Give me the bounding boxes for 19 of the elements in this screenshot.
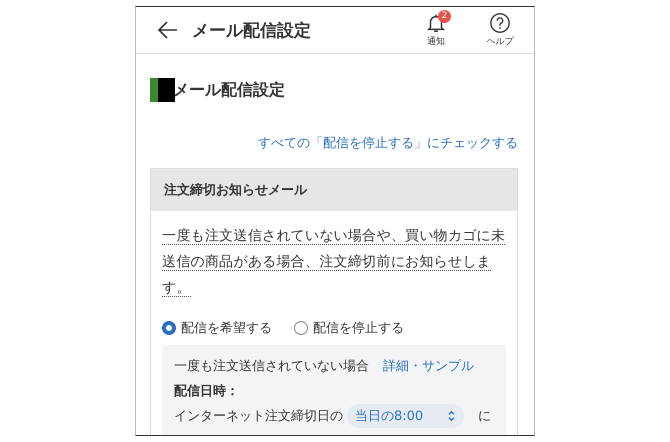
page-title: メール配信設定 (192, 20, 312, 42)
notification-badge: 2 (438, 10, 451, 23)
sample-link[interactable]: 詳細・サンプル (383, 356, 474, 374)
heading-marker-icon (150, 78, 175, 102)
help-icon (489, 12, 511, 34)
time-select[interactable]: 当日の8:00 (347, 404, 464, 428)
radio-option[interactable]: 配信を希望する (162, 319, 272, 337)
help-button[interactable]: ヘルプ (478, 12, 522, 48)
time-suffix: に (478, 408, 492, 424)
condition-text: 一度も注文送信されていない場合 (174, 358, 369, 374)
time-prefix: インターネット注文締切日の (174, 408, 343, 424)
chevron-icon (447, 410, 456, 422)
bell-icon (425, 12, 447, 34)
notifications-button[interactable]: 2 通知 (414, 12, 458, 48)
card-title: 注文締切お知らせメール (164, 182, 307, 199)
stop-all-link[interactable]: すべての「配信を停止する」にチェックする (258, 134, 518, 152)
radio-option[interactable]: 配信を停止する (294, 319, 404, 337)
description-text: 一度も注文送信されていない場合や、買い物カゴに未送信の商品がある場合、注文締切前にお知らせします。 (162, 227, 506, 299)
time-label: 配信日時： (174, 382, 239, 400)
